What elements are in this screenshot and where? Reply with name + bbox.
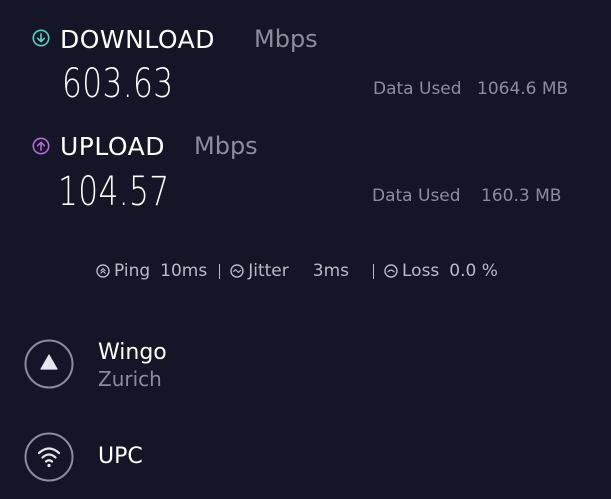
loss-stat: Loss 0.0 % bbox=[384, 260, 498, 281]
ping-value: 10ms bbox=[160, 260, 208, 281]
download-unit: Mbps bbox=[254, 25, 318, 53]
download-section: DOWNLOAD Mbps 603.63 Data Used 1064.6 MB bbox=[0, 0, 611, 120]
ping-label: Ping bbox=[114, 260, 151, 281]
upload-speed-value: 104.57 bbox=[58, 169, 170, 215]
loss-label: Loss bbox=[402, 260, 440, 281]
jitter-value: 3ms bbox=[312, 260, 349, 281]
server-location: Zurich bbox=[98, 367, 162, 391]
jitter-icon bbox=[230, 264, 244, 278]
loss-icon bbox=[384, 264, 398, 278]
download-data-used-value: 1064.6 MB bbox=[477, 79, 569, 99]
download-data-used-label: Data Used bbox=[373, 79, 462, 99]
jitter-label: Jitter bbox=[248, 260, 289, 281]
upload-data-used-value: 160.3 MB bbox=[481, 186, 562, 206]
download-speed-value: 603.63 bbox=[62, 61, 174, 107]
upload-section: UPLOAD Mbps 104.57 Data Used 160.3 MB bbox=[0, 120, 611, 225]
download-title: DOWNLOAD bbox=[60, 25, 215, 54]
arrow-down-circle-icon bbox=[32, 29, 50, 47]
ping-icon bbox=[96, 264, 110, 278]
wifi-icon bbox=[24, 432, 74, 482]
loss-value: 0.0 % bbox=[449, 260, 498, 281]
jitter-stat: Jitter 3ms bbox=[230, 260, 349, 281]
upload-data-used-label: Data Used bbox=[372, 186, 461, 206]
stats-divider bbox=[219, 263, 221, 279]
stats-divider bbox=[373, 263, 374, 279]
latency-stats-row: Ping 10ms Jitter 3ms Loss 0.0 % bbox=[96, 261, 498, 281]
server-icon bbox=[24, 339, 74, 389]
isp-row[interactable]: UPC bbox=[24, 432, 424, 486]
server-name: Wingo bbox=[98, 340, 167, 365]
isp-name: UPC bbox=[98, 444, 143, 469]
upload-unit: Mbps bbox=[194, 132, 258, 160]
arrow-up-circle-icon bbox=[32, 137, 50, 155]
ping-stat: Ping 10ms bbox=[96, 260, 208, 281]
upload-title: UPLOAD bbox=[60, 132, 166, 161]
server-row[interactable]: Wingo Zurich bbox=[24, 338, 424, 392]
